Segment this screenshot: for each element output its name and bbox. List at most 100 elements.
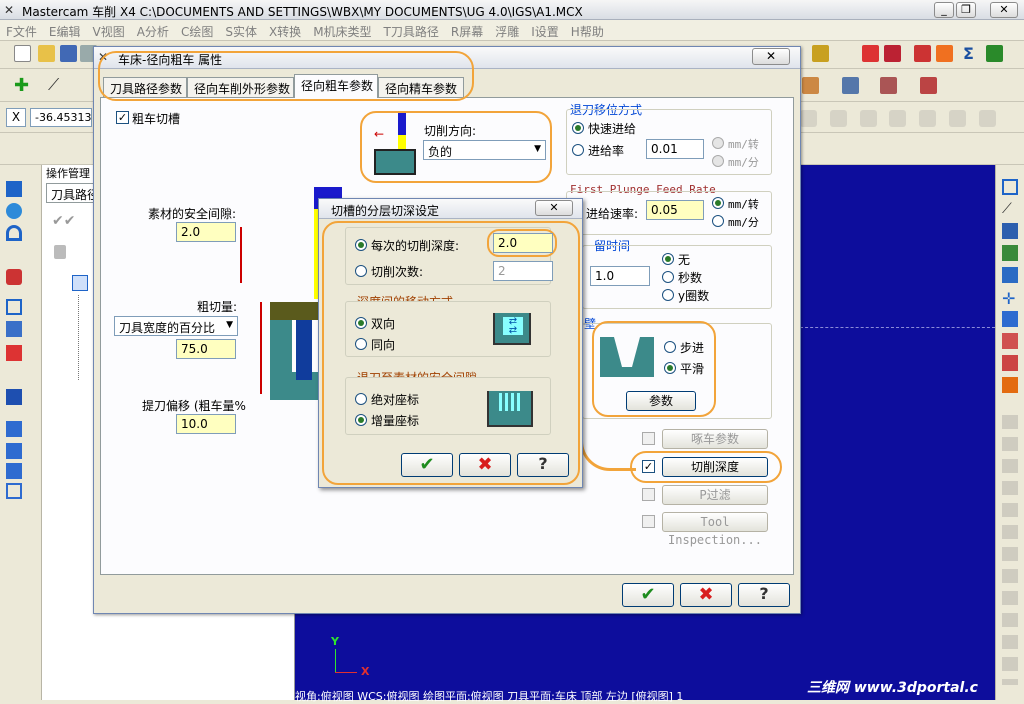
line-tool-icon[interactable]: ⟋ [1002, 201, 1018, 217]
menu-item-7[interactable]: M机床类型 [307, 20, 377, 40]
ruler-icon[interactable] [1002, 311, 1018, 327]
peck-params-button[interactable]: 啄车参数 [662, 429, 768, 449]
unidir-radio[interactable] [355, 338, 367, 350]
box-icon[interactable] [6, 299, 22, 315]
dialog-cancel-button[interactable]: ✖ [680, 583, 732, 607]
menu-item-9[interactable]: R屏幕 [445, 20, 489, 40]
menu-item-12[interactable]: H帮助 [565, 20, 610, 40]
per-cut-depth-input[interactable]: 2.0 [493, 233, 553, 253]
menu-item-10[interactable]: 浮雕 [489, 20, 525, 40]
sigma-icon[interactable]: Σ [960, 45, 977, 62]
help-pointer-icon[interactable] [862, 45, 879, 62]
filter-checkbox[interactable] [642, 488, 655, 501]
screen-icon[interactable] [1002, 179, 1018, 195]
dialog-help-button[interactable]: ? [738, 583, 790, 607]
absolute-radio[interactable] [355, 393, 367, 405]
dialog-close-button[interactable]: ✕ [752, 48, 790, 65]
menu-item-2[interactable]: V视图 [87, 20, 131, 40]
new-file-icon[interactable] [14, 45, 31, 62]
wall-params-button[interactable]: 参数 [626, 391, 696, 411]
rough-step-input[interactable]: 75.0 [176, 339, 236, 359]
dwell-sec-radio[interactable] [662, 271, 674, 283]
subdialog-close-button[interactable]: ✕ [535, 200, 573, 216]
save-right-icon[interactable] [1002, 223, 1018, 239]
block-icon[interactable] [6, 421, 22, 437]
open-folder-icon[interactable] [38, 45, 55, 62]
wave-icon[interactable] [1002, 267, 1018, 283]
menu-item-3[interactable]: A分析 [131, 20, 175, 40]
per-cut-depth-radio[interactable] [355, 239, 367, 251]
menu-item-1[interactable]: E编辑 [43, 20, 87, 40]
peck-checkbox[interactable] [642, 432, 655, 445]
tree-root-icon[interactable] [72, 275, 88, 291]
minimize-button[interactable]: _ [934, 2, 954, 18]
bidir-radio[interactable] [355, 317, 367, 329]
dialog-ok-button[interactable]: ✔ [622, 583, 674, 607]
layers-icon[interactable] [1002, 245, 1018, 261]
arc-icon[interactable] [6, 225, 22, 241]
orange-tool-icon[interactable] [936, 45, 953, 62]
num-cuts-radio[interactable] [355, 265, 367, 277]
arrow-up-icon[interactable] [6, 181, 22, 197]
maximize-button[interactable]: ❐ [956, 2, 976, 18]
wall-smooth-radio[interactable] [664, 362, 676, 374]
menu-item-11[interactable]: I设置 [525, 20, 565, 40]
subdialog-help-button[interactable]: ? [517, 453, 569, 477]
mill-icon[interactable] [914, 45, 931, 62]
num-cuts-input[interactable]: 2 [493, 261, 553, 281]
subdialog-ok-button[interactable]: ✔ [401, 453, 453, 477]
tool-inspection-checkbox[interactable] [642, 515, 655, 528]
clear-coord-button[interactable]: X [6, 108, 26, 127]
shape-icon-3[interactable] [880, 77, 897, 94]
dwell-input[interactable]: 1.0 [590, 266, 650, 286]
tool-inspection-button[interactable]: Tool Inspection... [662, 512, 768, 547]
menu-item-4[interactable]: C绘图 [175, 20, 219, 40]
grid-icon[interactable] [6, 443, 22, 459]
lathe-icon[interactable] [1002, 355, 1018, 371]
incremental-radio[interactable] [355, 414, 367, 426]
rotate-icon[interactable] [6, 203, 22, 219]
cube-icon[interactable] [6, 321, 22, 337]
plunge-rate-input[interactable]: 0.05 [646, 200, 704, 220]
menu-item-6[interactable]: X转换 [263, 20, 307, 40]
menu-item-8[interactable]: T刀具路径 [378, 20, 445, 40]
dwell-none-radio[interactable] [662, 253, 674, 265]
wand-icon[interactable] [812, 45, 829, 62]
shape-icon-1[interactable] [802, 77, 819, 94]
depth-cut-checkbox[interactable]: ✓ [642, 460, 655, 473]
close-window-button[interactable]: ✕ [990, 2, 1018, 18]
blue-box-icon[interactable] [6, 389, 22, 405]
red-tool-icon[interactable] [6, 345, 22, 361]
bars-icon[interactable] [1002, 333, 1018, 349]
backoff-input[interactable]: 10.0 [176, 414, 236, 434]
wall-step-radio[interactable] [664, 341, 676, 353]
depth-cut-button[interactable]: 切削深度 [662, 457, 768, 477]
coord-x-input[interactable]: -36.45313 [30, 108, 92, 127]
rough-groove-checkbox[interactable]: ✓ [116, 111, 129, 124]
move-icon[interactable]: ✛ [1002, 289, 1018, 308]
solid-icon[interactable] [6, 269, 22, 285]
retract-feed-input[interactable]: 0.01 [646, 139, 704, 159]
list-view-icon[interactable] [6, 483, 22, 499]
menu-item-0[interactable]: F文件 [0, 20, 43, 40]
down-icon[interactable] [6, 463, 22, 479]
retract-unit1-radio[interactable] [712, 137, 724, 149]
retract-rapid-radio[interactable] [572, 122, 584, 134]
stock-clearance-input[interactable]: 2.0 [176, 222, 236, 242]
menu-item-5[interactable]: S实体 [219, 20, 263, 40]
shape-icon-4[interactable] [920, 77, 937, 94]
cut-direction-select[interactable]: 负的 ▼ [423, 140, 546, 160]
plunge-unit2-radio[interactable] [712, 215, 724, 227]
line-icon[interactable]: ⟋ [48, 75, 59, 95]
retract-unit2-radio[interactable] [712, 155, 724, 167]
fire-icon[interactable] [1002, 377, 1018, 393]
save-icon[interactable] [60, 45, 77, 62]
list-icon[interactable] [884, 45, 901, 62]
filter-button[interactable]: P过滤 [662, 485, 768, 505]
chip-icon[interactable] [986, 45, 1003, 62]
add-icon[interactable]: ✚ [14, 75, 29, 96]
retract-feed-radio[interactable] [572, 144, 584, 156]
dwell-rev-radio[interactable] [662, 289, 674, 301]
subdialog-cancel-button[interactable]: ✖ [459, 453, 511, 477]
rough-step-mode-select[interactable]: 刀具宽度的百分比 ▼ [114, 316, 238, 336]
